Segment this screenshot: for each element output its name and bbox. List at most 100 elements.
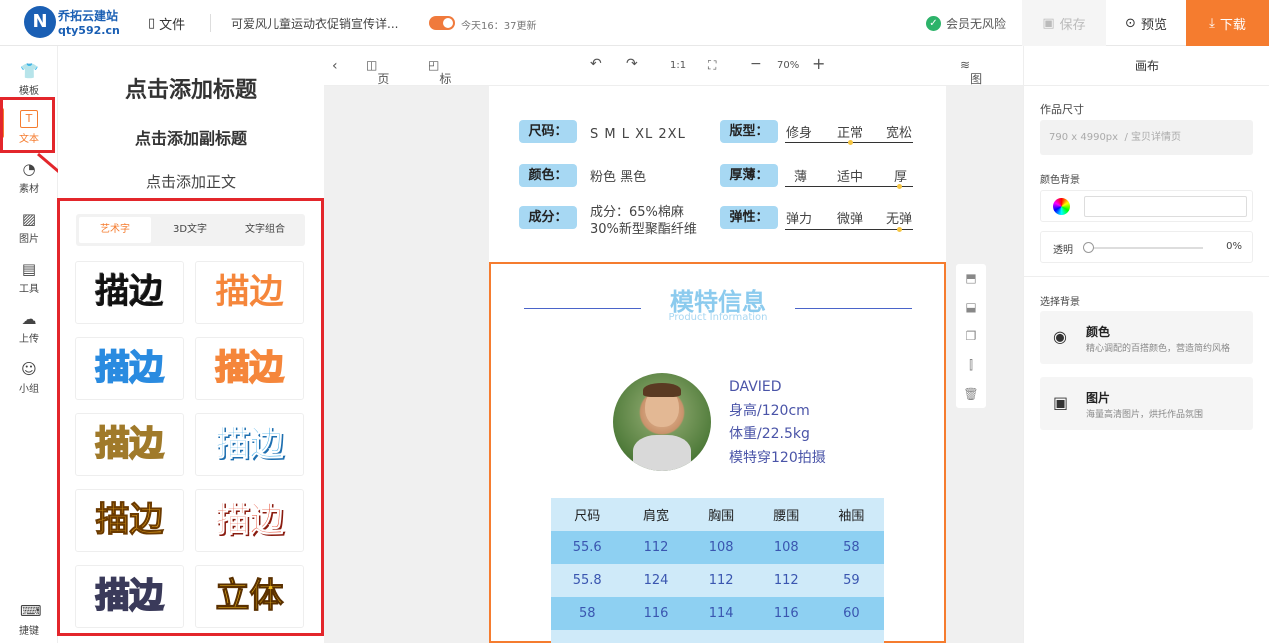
logo-icon[interactable]: N (24, 6, 56, 38)
undo-icon[interactable]: ↶ (590, 56, 602, 72)
opacity-row: 透明 0% (1040, 231, 1253, 263)
save-button[interactable]: ▣ 保存 (1022, 0, 1106, 46)
size-value: 790 x 4990px (1049, 132, 1119, 143)
bg-option-desc: 海量高清图片，烘托作品氛围 (1086, 410, 1204, 420)
spec-material-value-2[interactable]: 30%新型聚酯纤维 (590, 218, 697, 237)
art-text-tile[interactable]: 描边 (75, 565, 184, 628)
bg-option-image[interactable]: ▣ 图片 海量高清图片，烘托作品氛围 (1040, 377, 1253, 430)
table-row: 58 116 114 116 60 (551, 597, 884, 630)
nav-item-image[interactable]: ▨ 图片 (0, 204, 58, 252)
fit-screen-icon[interactable]: ⛶ (708, 58, 716, 73)
tab-3d-text[interactable]: 3D文字 (155, 217, 225, 243)
ruler-button[interactable]: ◰ 标尺 (428, 58, 451, 103)
table-row: 55.6 112 108 108 58 (551, 531, 884, 564)
group-icon: ☺ (21, 360, 37, 378)
thickness-option[interactable]: 薄 (794, 166, 807, 185)
size-field[interactable]: 790 x 4990px / 宝贝详情页 (1040, 120, 1253, 155)
redo-icon[interactable]: ↷ (626, 56, 638, 72)
file-button[interactable]: ▯ 文件 (148, 14, 185, 33)
thickness-option[interactable]: 厚 (894, 166, 907, 185)
model-name[interactable]: DAVIED (729, 379, 782, 395)
zoom-out-icon[interactable]: − (750, 56, 762, 72)
fit-option[interactable]: 宽松 (886, 122, 912, 141)
copy-icon[interactable]: ❐ (956, 322, 986, 351)
art-text-tile[interactable]: 描边 (195, 337, 304, 400)
elastic-option[interactable]: 弹力 (786, 208, 812, 227)
art-text-tile[interactable]: 描边 (195, 489, 304, 552)
download-icon: ⤓ (1209, 15, 1215, 31)
ratio-button[interactable]: 1:1 (670, 60, 686, 71)
table-header: 肩宽 (623, 498, 689, 531)
table-cell: 124 (643, 573, 669, 588)
download-button[interactable]: ⤓ 下载 (1186, 0, 1269, 46)
table-cell: 114 (708, 606, 734, 621)
table-cell: 108 (773, 540, 799, 555)
collapse-panel-icon[interactable]: ‹ (332, 58, 338, 74)
size-table[interactable]: 尺码 肩宽 胸围 腰围 袖围 55.6 112 108 108 58 55.8 … (551, 498, 884, 630)
nav-item-upload[interactable]: ☁ 上传 (0, 304, 58, 352)
art-text-tile[interactable]: 描边 (195, 261, 304, 324)
delete-icon[interactable]: 🗑 (956, 380, 986, 409)
keyboard-icon: ⌨ (20, 602, 42, 620)
art-text-tile[interactable]: 描边 (75, 489, 184, 552)
layers-button[interactable]: ≋ 图层 (960, 58, 982, 103)
model-subtitle[interactable]: Product Information (641, 312, 795, 323)
nav-label: 工具 (19, 284, 39, 295)
color-input[interactable] (1084, 196, 1247, 217)
title-line-right (795, 308, 912, 309)
elastic-option[interactable]: 无弹 (886, 208, 912, 227)
opacity-slider-handle[interactable] (1083, 242, 1094, 253)
nav-label: 图片 (19, 234, 39, 245)
preview-button[interactable]: ⊙ 预览 (1106, 0, 1186, 46)
page-button[interactable]: ◫ 页面 (366, 58, 389, 103)
model-photo[interactable] (613, 373, 711, 471)
tab-art-text[interactable]: 艺术字 (79, 217, 151, 243)
spec-label-size[interactable]: 尺码： (519, 120, 577, 143)
color-wheel-icon[interactable] (1053, 198, 1070, 215)
spec-label-material[interactable]: 成分： (519, 206, 577, 229)
document-title[interactable]: 可爱风儿童运动衣促销宣传详... (231, 15, 398, 32)
add-subtitle-button[interactable]: 点击添加副标题 (58, 125, 324, 149)
nav-label: 捷键 (19, 626, 39, 637)
art-text-tile[interactable]: 立体 (195, 565, 304, 628)
tab-text-combo[interactable]: 文字组合 (229, 217, 301, 243)
table-header: 胸围 (688, 498, 754, 531)
spec-label-color[interactable]: 颜色： (519, 164, 577, 187)
move-up-icon[interactable]: ⬒ (956, 264, 986, 293)
spec-size-value[interactable]: S M L XL 2XL (590, 127, 686, 142)
art-text-tile[interactable]: 描边 (195, 413, 304, 476)
model-height[interactable]: 身高/120cm (729, 400, 810, 420)
spec-color-value[interactable]: 粉色 黑色 (590, 166, 646, 185)
spec-marker (897, 184, 902, 189)
choose-bg-label: 选择背景 (1040, 297, 1080, 308)
table-header: 尺码 (551, 498, 624, 531)
spec-label-fit[interactable]: 版型： (720, 120, 778, 143)
file-icon: ▯ (148, 16, 156, 31)
title-line-left (524, 308, 641, 309)
elastic-option[interactable]: 微弹 (837, 208, 863, 227)
zoom-in-icon[interactable]: + (812, 54, 825, 73)
art-text-tile[interactable]: 描边 (75, 337, 184, 400)
fit-option[interactable]: 修身 (786, 122, 812, 141)
model-weight[interactable]: 体重/22.5kg (729, 423, 810, 443)
table-header-row: 尺码 肩宽 胸围 腰围 袖围 (551, 498, 884, 531)
nav-item-tools[interactable]: ▤ 工具 (0, 254, 58, 302)
fit-option[interactable]: 正常 (837, 122, 863, 141)
art-text-tile[interactable]: 描边 (75, 413, 184, 476)
nav-item-group[interactable]: ☺ 小组 (0, 354, 58, 402)
member-risk-status[interactable]: ✓ 会员无风险 (926, 15, 1006, 32)
opacity-slider-track[interactable] (1083, 247, 1203, 249)
spec-label-thickness[interactable]: 厚薄： (720, 164, 778, 187)
autosave-toggle[interactable] (429, 16, 455, 30)
art-text-tile[interactable]: 描边 (75, 261, 184, 324)
add-body-button[interactable]: 点击添加正文 (58, 171, 324, 192)
bg-option-color[interactable]: ◉ 颜色 精心调配的百搭颜色，营造简约风格 (1040, 311, 1253, 364)
model-size-note[interactable]: 模特穿120拍摄 (729, 447, 826, 467)
table-header: 袖围 (818, 498, 884, 531)
align-icon[interactable]: ⫿ (956, 351, 986, 380)
thickness-option[interactable]: 适中 (837, 166, 863, 185)
spec-label-elastic[interactable]: 弹性： (720, 206, 778, 229)
move-down-icon[interactable]: ⬓ (956, 293, 986, 322)
nav-item-shortcut[interactable]: ⌨ 捷键 (0, 596, 58, 644)
add-title-button[interactable]: 点击添加标题 (58, 72, 324, 104)
